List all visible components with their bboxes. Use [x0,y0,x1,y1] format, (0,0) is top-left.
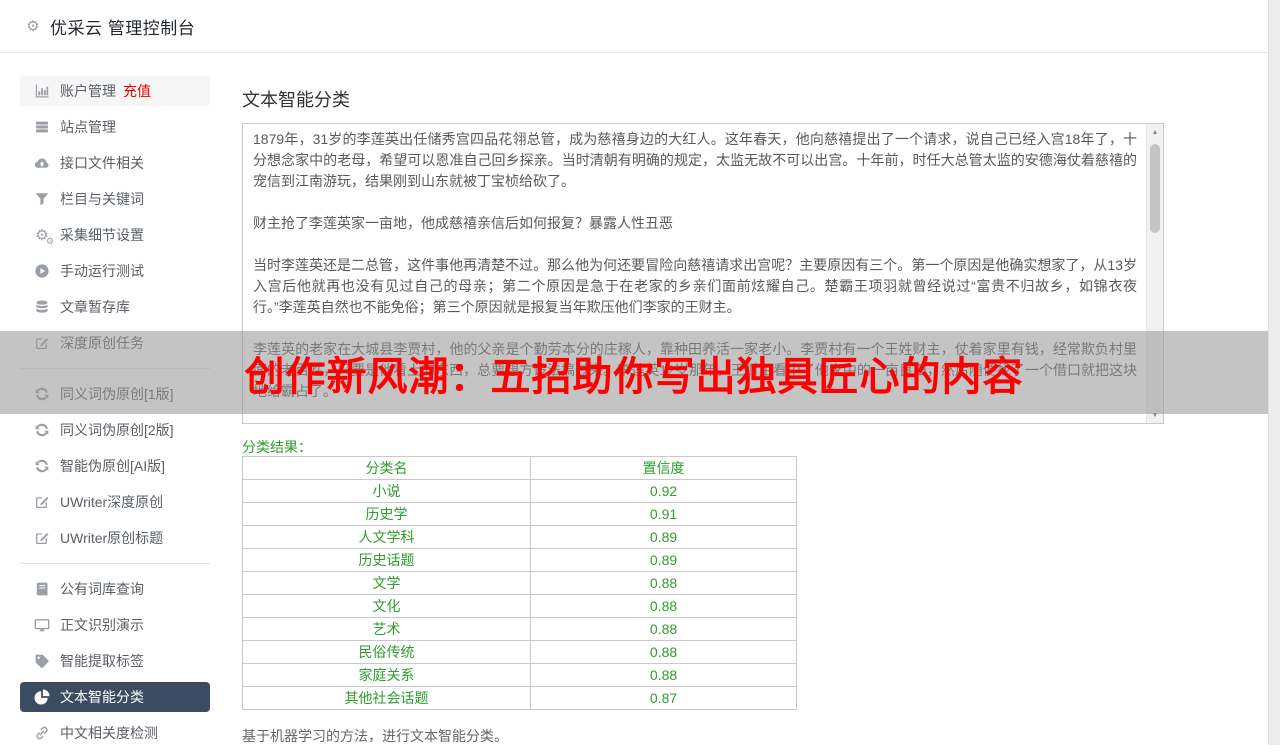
sidebar-item-label: 公有词库查询 [60,581,144,597]
footnote: 基于机器学习的方法，进行文本智能分类。 [242,728,508,744]
confidence-cell: 0.88 [530,663,797,687]
textarea-paragraph: 当时李莲英还是二总管，这件事他再清楚不过。那么他为何还要冒险向慈禧请求出宫呢？主… [253,257,1137,315]
sidebar-item-label: 接口文件相关 [60,155,144,171]
sidebar-item-site-management[interactable]: 站点管理 [20,112,210,142]
table-row: 文化 0.88 [241,594,797,618]
category-cell: 小说 [241,479,532,503]
edit-icon [34,530,50,546]
table-row: 小说 0.92 [241,479,797,503]
sidebar-item-label: UWriter原创标题 [60,530,164,546]
sidebar-item-synonym-rewrite-v2[interactable]: 同义词伪原创[2版] [20,415,210,445]
sidebar-item-label: 智能伪原创[AI版] [60,458,166,474]
sidebar-item-label: UWriter深度原创 [60,494,164,510]
sidebar-item-label: 账户管理 [60,83,116,99]
chart-bar-icon [34,83,50,99]
sidebar-item-label: 文章暂存库 [60,299,130,315]
tag-icon [34,653,50,669]
column-header-confidence: 置信度 [530,456,797,480]
sidebar-item-label: 文本智能分类 [60,689,144,705]
edit-icon [34,494,50,510]
category-cell: 其他社会话题 [241,686,532,710]
page-scrollbar[interactable] [1268,0,1280,745]
sidebar-item-manual-run-test[interactable]: 手动运行测试 [20,256,210,286]
table-row: 艺术 0.88 [241,617,797,641]
sidebar-item-ai-rewrite[interactable]: 智能伪原创[AI版] [20,451,210,481]
textarea-paragraph: 财主抢了李莲英家一亩地，他成慈禧亲信后如何报复？暴露人性丑恶 [253,215,673,231]
sidebar-item-label: 同义词伪原创[2版] [60,422,174,438]
confidence-cell: 0.87 [530,686,797,710]
category-cell: 家庭关系 [241,663,532,687]
sidebar-item-chinese-relevance-detection[interactable]: 中文相关度检测 [20,718,210,748]
table-row: 其他社会话题 0.87 [241,686,797,710]
sidebar-item-uwriter-deep-original[interactable]: UWriter深度原创 [20,487,210,517]
sidebar-item-content-recognition-demo[interactable]: 正文识别演示 [20,610,210,640]
filter-icon [34,191,50,207]
play-circle-icon [34,263,50,279]
book-icon [34,581,50,597]
sidebar-item-label: 中文相关度检测 [60,725,158,741]
scroll-up-arrow-icon[interactable]: ▲ [1147,124,1163,140]
sidebar-item-text-classification[interactable]: 文本智能分类 [20,682,210,712]
category-cell: 民俗传统 [241,640,532,664]
sidebar-item-label: 采集细节设置 [60,227,144,243]
sidebar-item-smart-tag-extraction[interactable]: 智能提取标签 [20,646,210,676]
sidebar-item-account-management[interactable]: 账户管理 充值 [20,76,210,106]
table-row: 家庭关系 0.88 [241,663,797,687]
category-cell: 艺术 [241,617,532,641]
page-title: 文本智能分类 [242,90,350,110]
cloud-upload-icon [34,155,50,171]
app-window: ⚙ 优采云 管理控制台 账户管理充值站点管理接口文件相关栏目与关键词 ⚙ 采集细节设… [0,0,1280,745]
table-row: 历史学 0.91 [241,502,797,526]
gears-icon: ⚙ [34,227,54,247]
sidebar-divider [20,563,210,564]
monitor-icon [34,617,50,633]
result-label: 分类结果： [242,439,312,455]
refresh-icon [34,422,50,438]
table-row: 民俗传统 0.88 [241,640,797,664]
sidebar-item-collection-detail-settings[interactable]: ⚙ 采集细节设置 [20,220,210,250]
pie-chart-icon [34,689,50,705]
sidebar-item-interface-files[interactable]: 接口文件相关 [20,148,210,178]
category-cell: 文化 [241,594,532,618]
sidebar-item-label: 正文识别演示 [60,617,144,633]
table-row: 历史话题 0.89 [241,548,797,572]
category-cell: 历史话题 [241,548,532,572]
category-cell: 历史学 [241,502,532,526]
table-row: 人文学科 0.89 [241,525,797,549]
gear-icon: ⚙ [26,17,40,35]
table-row: 文学 0.88 [241,571,797,595]
sidebar-item-article-staging[interactable]: 文章暂存库 [20,292,210,322]
refresh-icon [34,458,50,474]
recharge-badge[interactable]: 充值 [123,81,151,101]
sidebar-item-label: 站点管理 [60,119,116,135]
confidence-cell: 0.88 [530,617,797,641]
confidence-cell: 0.92 [530,479,797,503]
promo-banner-text: 创作新风潮：五招助你写出独具匠心的内容 [244,354,1024,399]
sidebar-item-label: 栏目与关键词 [60,191,144,207]
category-cell: 文学 [241,571,532,595]
category-cell: 人文学科 [241,525,532,549]
confidence-cell: 0.89 [530,525,797,549]
sidebar: 账户管理充值站点管理接口文件相关栏目与关键词 ⚙ 采集细节设置手动运行测试文章暂存库… [20,76,210,754]
promo-banner-overlay: 创作新风潮：五招助你写出独具匠心的内容 [0,331,1268,414]
database-icon [34,299,50,315]
table-header-row: 分类名 置信度 [241,456,797,480]
confidence-cell: 0.91 [530,502,797,526]
sidebar-item-uwriter-original-title[interactable]: UWriter原创标题 [20,523,210,553]
sidebar-item-public-thesaurus-query[interactable]: 公有词库查询 [20,574,210,604]
sidebar-item-label: 手动运行测试 [60,263,144,279]
sidebar-item-columns-keywords[interactable]: 栏目与关键词 [20,184,210,214]
link-icon [34,725,50,741]
confidence-cell: 0.89 [530,548,797,572]
textarea-scrollbar-thumb[interactable] [1150,144,1160,233]
textarea-paragraph: 1879年，31岁的李莲英出任储秀宫四品花翎总管，成为慈禧身边的大红人。这年春天… [253,131,1137,189]
server-list-icon [34,119,50,135]
classification-table: 分类名 置信度 小说 0.92 历史学 0.91 人文学科 0.89 历史话题 0.89 文学 0… [241,456,797,710]
confidence-cell: 0.88 [530,640,797,664]
sidebar-item-label: 智能提取标签 [60,653,144,669]
confidence-cell: 0.88 [530,571,797,595]
confidence-cell: 0.88 [530,594,797,618]
app-title: 优采云 管理控制台 [50,18,196,38]
column-header-category: 分类名 [241,456,532,480]
